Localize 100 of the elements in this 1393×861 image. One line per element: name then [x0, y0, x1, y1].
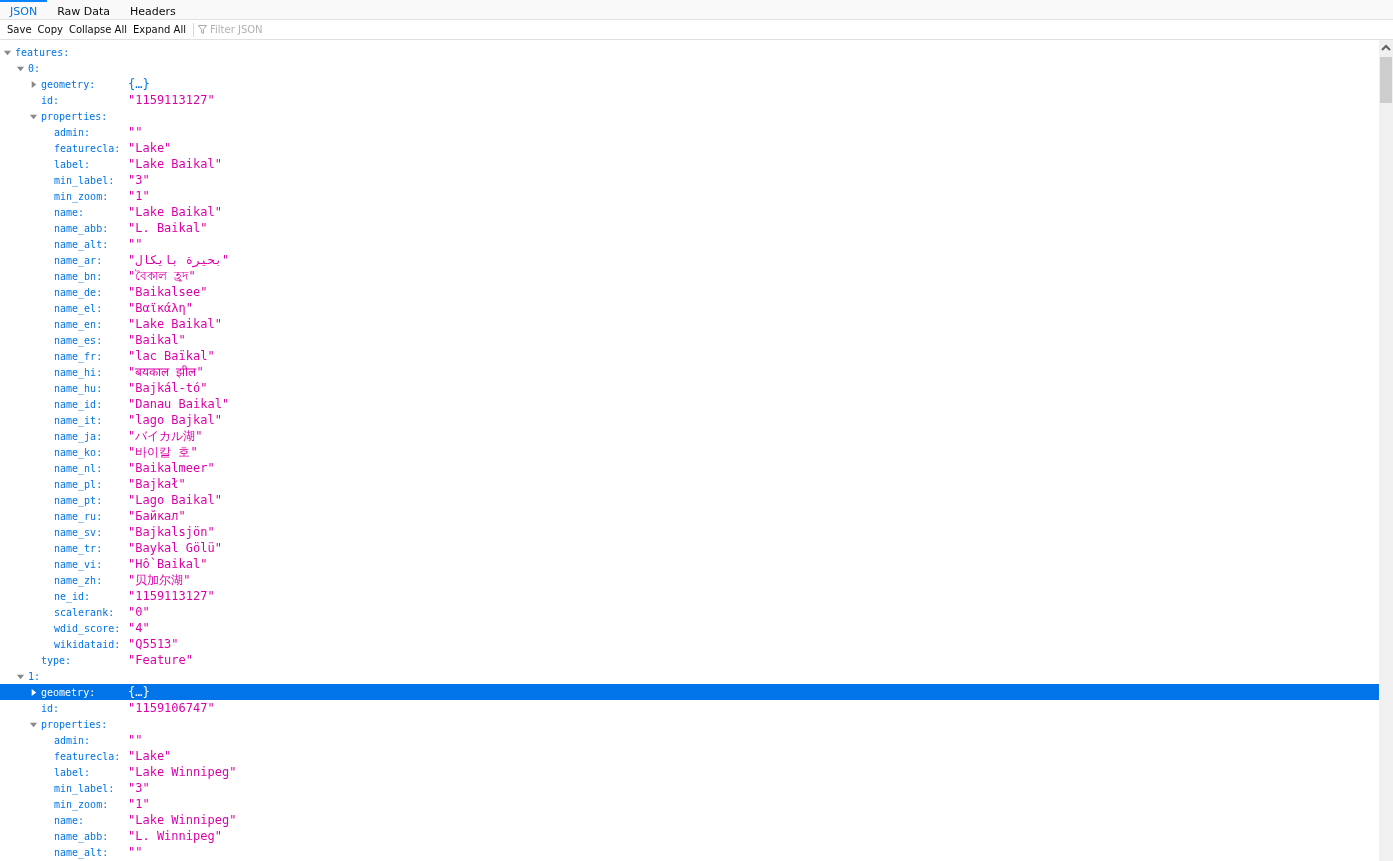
tree-row[interactable]: name: "Lake Baikal"	[0, 204, 1379, 220]
tree-row[interactable]: featurecla: "Lake"	[0, 748, 1379, 764]
json-value: "L. Baikal"	[128, 220, 208, 236]
scrollbar[interactable]	[1379, 40, 1393, 861]
tree-row[interactable]: name_de: "Baikalsee"	[0, 284, 1379, 300]
tree-row[interactable]: name_vi: "Hồ Baikal"	[0, 556, 1379, 572]
json-value: ""	[128, 732, 143, 748]
tree-row[interactable]: name_pl: "Bajkał"	[0, 476, 1379, 492]
tree-row[interactable]: admin: ""	[0, 124, 1379, 140]
tree-row[interactable]: features:	[0, 44, 1379, 60]
tree-row[interactable]: featurecla: "Lake"	[0, 140, 1379, 156]
tree-row[interactable]: name_abb: "L. Baikal"	[0, 220, 1379, 236]
tree-row[interactable]: id: "1159113127"	[0, 92, 1379, 108]
tree-row[interactable]: name_fr: "lac Baïkal"	[0, 348, 1379, 364]
json-key: name_pt:	[54, 492, 103, 508]
tree-row[interactable]: name_sv: "Bajkalsjön"	[0, 524, 1379, 540]
json-value: "Lake"	[128, 748, 172, 764]
tree-row[interactable]: label: "Lake Baikal"	[0, 156, 1379, 172]
json-value: "1159106747"	[128, 700, 215, 716]
scrollbar-thumb[interactable]	[1380, 57, 1392, 103]
json-key: properties:	[41, 108, 108, 124]
json-key: min_zoom:	[54, 188, 109, 204]
collapsed-triangle-icon[interactable]	[29, 687, 38, 697]
json-value: "Lake Winnipeg"	[128, 812, 237, 828]
tree-row[interactable]: name_alt: ""	[0, 236, 1379, 252]
json-key: label:	[54, 764, 91, 780]
tree-row[interactable]: min_label: "3"	[0, 172, 1379, 188]
tree-row[interactable]: name_ja: "バイカル湖"	[0, 428, 1379, 444]
tree-row[interactable]: 1:	[0, 668, 1379, 684]
tree-row[interactable]: label: "Lake Winnipeg"	[0, 764, 1379, 780]
collapsed-triangle-icon[interactable]	[29, 79, 38, 89]
json-key: name_zh:	[54, 572, 103, 588]
tree-row[interactable]: name_hi: "बयकाल झील"	[0, 364, 1379, 380]
json-value: "Lake"	[128, 140, 172, 156]
toolbar-button[interactable]: Expand All	[130, 19, 189, 40]
json-key: name_en:	[54, 316, 103, 332]
tree-row[interactable]: name_pt: "Lago Baikal"	[0, 492, 1379, 508]
tree-row[interactable]: name_alt: ""	[0, 844, 1379, 860]
json-key: admin:	[54, 124, 91, 140]
json-key: name_de:	[54, 284, 103, 300]
object-preview: {…}	[128, 76, 150, 92]
tree-row[interactable]: name_el: "Βαϊκάλη"	[0, 300, 1379, 316]
json-value: "बयकाल झील"	[128, 364, 204, 380]
tree-row[interactable]: ne_id: "1159113127"	[0, 588, 1379, 604]
json-key: admin:	[54, 732, 91, 748]
json-key: featurecla:	[54, 140, 121, 156]
tree-row[interactable]: min_zoom: "1"	[0, 188, 1379, 204]
filter-icon	[198, 25, 207, 34]
tree-row[interactable]: name_it: "lago Bajkal"	[0, 412, 1379, 428]
tree-row[interactable]: min_zoom: "1"	[0, 796, 1379, 812]
toolbar-button[interactable]: Collapse All	[65, 19, 130, 40]
tree-row[interactable]: scalerank: "0"	[0, 604, 1379, 620]
toolbar-button[interactable]: Copy	[34, 19, 66, 40]
tree-row[interactable]: wikidataid: "Q5513"	[0, 636, 1379, 652]
tree-row[interactable]: name_nl: "Baikalmeer"	[0, 460, 1379, 476]
tree-row[interactable]: name_ru: "Байкал"	[0, 508, 1379, 524]
json-value: "Feature"	[128, 652, 194, 668]
json-key: name_fr:	[54, 348, 103, 364]
tree-row[interactable]: name_abb: "L. Winnipeg"	[0, 828, 1379, 844]
tree-row[interactable]: name_tr: "Baykal Gölü"	[0, 540, 1379, 556]
tree-row[interactable]: admin: ""	[0, 732, 1379, 748]
json-value: "Bajkał"	[128, 476, 186, 492]
json-key: id:	[41, 700, 60, 716]
tree-row[interactable]: name_id: "Danau Baikal"	[0, 396, 1379, 412]
tree-row[interactable]: name_hu: "Bajkál-tó"	[0, 380, 1379, 396]
json-key: type:	[41, 652, 72, 668]
tree-row[interactable]: properties:	[0, 716, 1379, 732]
tree-row[interactable]: wdid_score: "4"	[0, 620, 1379, 636]
json-value: "Baikalsee"	[128, 284, 208, 300]
tree-row[interactable]: min_label: "3"	[0, 780, 1379, 796]
tab[interactable]: Raw Data	[47, 0, 121, 20]
tree-row[interactable]: name_bn: "বৈকাল হ্রদ"	[0, 268, 1379, 284]
json-key: geometry:	[41, 76, 96, 92]
tree-row[interactable]: name: "Lake Winnipeg"	[0, 812, 1379, 828]
json-key: name_nl:	[54, 460, 103, 476]
tree-row[interactable]: id: "1159106747"	[0, 700, 1379, 716]
tree-row[interactable]: name_zh: "贝加尔湖"	[0, 572, 1379, 588]
tree-row[interactable]: geometry: {…}	[0, 684, 1379, 700]
tab[interactable]: Headers	[120, 0, 186, 20]
tree-row[interactable]: geometry: {…}	[0, 76, 1379, 92]
json-key: name_abb:	[54, 220, 109, 236]
tree-row[interactable]: 0:	[0, 60, 1379, 76]
json-key: name_ja:	[54, 428, 103, 444]
filter-field[interactable]: Filter JSON	[210, 22, 380, 37]
json-key: geometry:	[41, 684, 96, 700]
tree-row[interactable]: name_ko: "바이칼 호"	[0, 444, 1379, 460]
json-key: name_ru:	[54, 508, 103, 524]
json-key: name_ar:	[54, 252, 103, 268]
tree-row[interactable]: name_es: "Baikal"	[0, 332, 1379, 348]
tree-row[interactable]: type: "Feature"	[0, 652, 1379, 668]
toolbar-button[interactable]: Save	[4, 19, 35, 40]
tree-row[interactable]: name_en: "Lake Baikal"	[0, 316, 1379, 332]
json-value: "Hồ Baikal"	[128, 556, 208, 572]
json-value: "1"	[128, 188, 150, 204]
json-key: featurecla:	[54, 748, 121, 764]
scroll-up-icon[interactable]	[1381, 44, 1391, 52]
json-key: min_zoom:	[54, 796, 109, 812]
json-key: label:	[54, 156, 91, 172]
json-value: "贝加尔湖"	[128, 572, 191, 588]
tree-row[interactable]: properties:	[0, 108, 1379, 124]
